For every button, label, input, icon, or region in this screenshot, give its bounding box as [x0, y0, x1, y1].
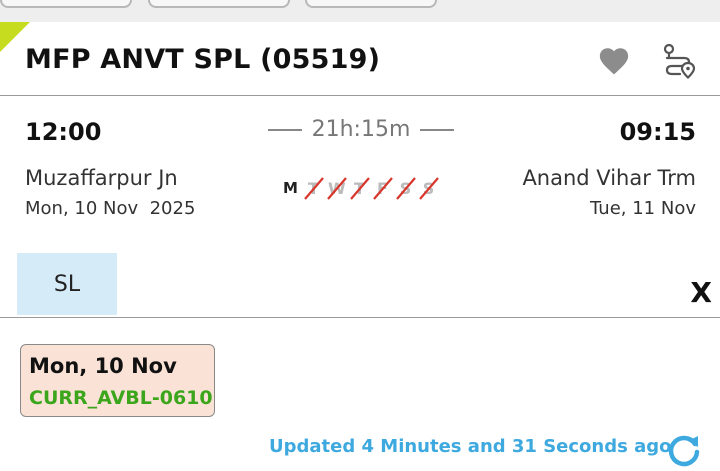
- filter-chip[interactable]: [305, 0, 437, 8]
- divider: [0, 317, 720, 318]
- running-day: S: [419, 176, 439, 200]
- top-filter-strip: [0, 0, 720, 22]
- not-running-strike: [304, 176, 324, 200]
- availability-card[interactable]: Mon, 10 Nov CURR_AVBL-0610: [20, 344, 215, 417]
- heart-icon[interactable]: [597, 44, 631, 78]
- departure-date: Mon, 10 Nov 2025: [25, 198, 196, 219]
- arrival-station: Anand Vihar Trm: [522, 166, 696, 190]
- journey-duration: 21h:15m: [268, 117, 454, 142]
- running-day: S: [396, 176, 416, 200]
- arrival-date: Tue, 11 Nov: [590, 198, 696, 219]
- not-running-strike: [373, 176, 393, 200]
- divider: [0, 95, 720, 96]
- running-day: M: [283, 179, 298, 197]
- running-day: F: [373, 176, 393, 200]
- close-button[interactable]: X: [690, 276, 712, 309]
- duration-text: 21h:15m: [311, 117, 411, 142]
- not-running-strike: [419, 176, 439, 200]
- departure-station: Muzaffarpur Jn: [25, 166, 178, 190]
- running-day: W: [327, 176, 347, 200]
- running-day: T: [350, 176, 370, 200]
- not-running-strike: [350, 176, 370, 200]
- route-map-icon[interactable]: [658, 40, 698, 80]
- class-tab-label: SL: [53, 271, 81, 297]
- not-running-strike: [327, 176, 347, 200]
- duration-line: [268, 128, 302, 131]
- class-tab-sl[interactable]: SL: [17, 253, 117, 315]
- arrival-time: 09:15: [619, 118, 696, 146]
- filter-chip[interactable]: [148, 0, 290, 8]
- availability-status: CURR_AVBL-0610: [29, 387, 213, 409]
- running-days: M T W T F S S: [282, 175, 440, 201]
- refresh-icon[interactable]: [666, 432, 702, 468]
- duration-line: [420, 128, 454, 131]
- departure-time: 12:00: [25, 118, 102, 146]
- running-day: T: [304, 176, 324, 200]
- not-running-strike: [396, 176, 416, 200]
- last-updated-text: Updated 4 Minutes and 31 Seconds ago: [269, 436, 672, 457]
- availability-date: Mon, 10 Nov: [29, 354, 177, 378]
- filter-chip[interactable]: [0, 0, 132, 8]
- train-name: MFP ANVT SPL (05519): [25, 44, 381, 75]
